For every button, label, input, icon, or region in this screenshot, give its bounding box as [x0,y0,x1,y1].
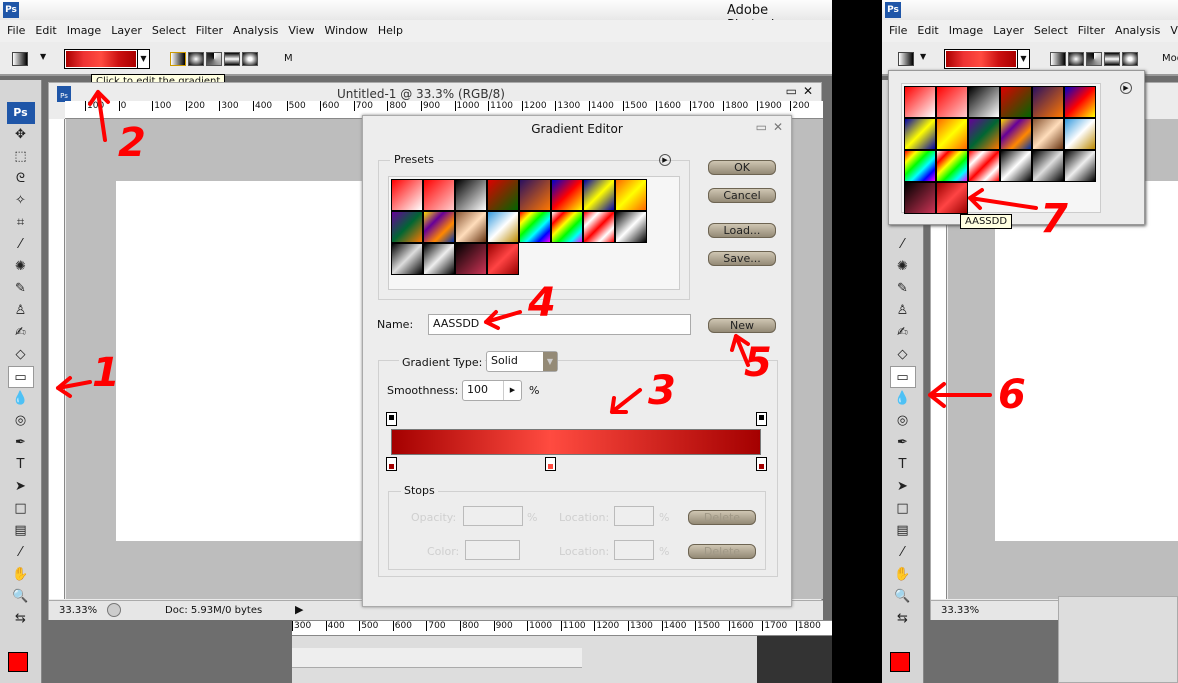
annotation-1: 1 [92,350,120,396]
annotation-4: 4 [528,280,556,326]
arrow-7 [968,188,1038,210]
annotation-2: 2 [118,120,146,166]
arrow-6 [928,382,992,408]
arrow-4 [484,310,522,330]
annotation-5: 5 [744,340,772,386]
annotation-7: 7 [1040,196,1068,242]
annotation-6: 6 [998,372,1026,418]
arrow-2 [88,90,110,142]
arrow-1 [56,376,92,398]
annotation-arrows [56,90,1038,414]
annotation-3: 3 [648,368,676,414]
arrow-3 [610,388,642,414]
